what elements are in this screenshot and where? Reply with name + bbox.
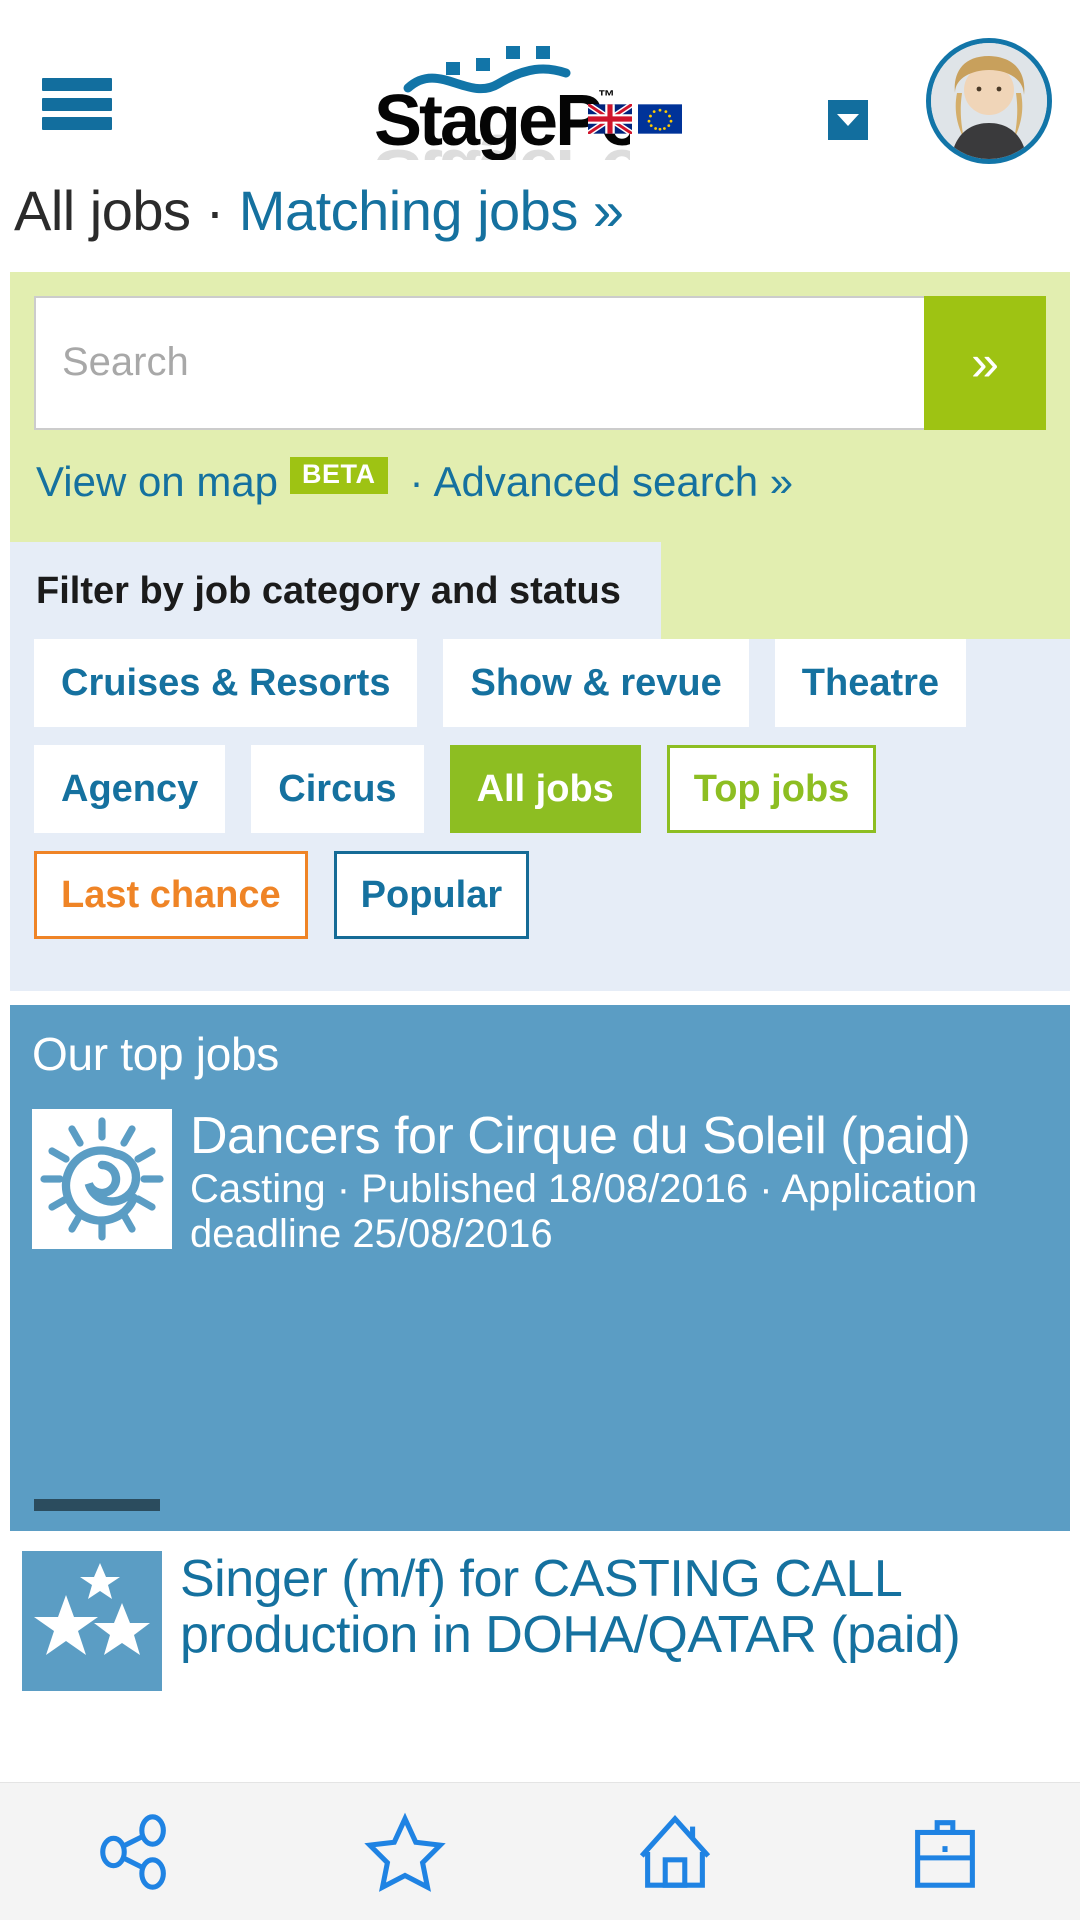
links-separator: · [409, 457, 424, 505]
user-menu-button[interactable] [828, 100, 868, 140]
list-item-title[interactable]: Singer (m/f) for CASTING CALL production… [180, 1550, 1058, 1662]
eu-flag-icon[interactable] [638, 104, 682, 134]
filter-heading: Filter by job category and status [10, 541, 661, 639]
filter-chip-popular[interactable]: Popular [333, 850, 530, 939]
top-jobs-heading: Our top jobs [32, 1027, 279, 1080]
carousel-scroll-indicator[interactable] [34, 1498, 160, 1511]
breadcrumb-matching-jobs-link[interactable]: Matching jobs » [239, 179, 624, 242]
uk-flag-icon[interactable] [588, 104, 632, 134]
filter-chip-agency[interactable]: Agency [34, 744, 226, 833]
hamburger-bar [42, 117, 112, 130]
avatar[interactable] [926, 38, 1052, 164]
job-list: Singer (m/f) for CASTING CALL production… [10, 1547, 1070, 1691]
hamburger-menu-icon[interactable] [42, 78, 112, 130]
sun-spiral-svg [32, 1108, 172, 1249]
search-input[interactable] [34, 295, 924, 430]
briefcase-icon [915, 1819, 975, 1888]
search-row: » [34, 295, 1046, 430]
filter-chip-list: Cruises & Resorts Show & revue Theatre A… [10, 638, 1070, 991]
filter-chip-all-jobs[interactable]: All jobs [449, 744, 641, 833]
filter-chip-cruises-resorts[interactable]: Cruises & Resorts [34, 638, 418, 727]
app-header: StagePool ™ StagePool [0, 0, 1080, 172]
search-panel: » View on map BETA · Advanced search » [10, 271, 1070, 542]
search-submit-button[interactable]: » [924, 295, 1046, 430]
avatar-image [931, 43, 1047, 159]
logo-svg: StagePool ™ StagePool [374, 46, 630, 160]
star-icon [364, 1812, 446, 1892]
breadcrumb-current: All jobs [14, 179, 191, 242]
home-icon [639, 1814, 711, 1888]
nav-home[interactable] [540, 1783, 810, 1920]
list-item-text: Singer (m/f) for CASTING CALL production… [180, 1550, 1058, 1691]
top-job-item[interactable]: Dancers for Cirque du Soleil (paid) Cast… [32, 1108, 1048, 1257]
stagepool-logo[interactable]: StagePool ™ StagePool [330, 40, 630, 160]
share-icon [100, 1813, 166, 1890]
filter-panel: Filter by job category and status Cruise… [10, 541, 1070, 991]
stars-svg [22, 1550, 162, 1691]
bottom-navigation [0, 1782, 1080, 1920]
filter-chip-circus[interactable]: Circus [251, 744, 424, 833]
hamburger-bar [42, 97, 112, 111]
advanced-search-link[interactable]: Advanced search » [434, 458, 794, 506]
search-links-row: View on map BETA · Advanced search » [34, 430, 1046, 536]
beta-badge: BETA [290, 457, 388, 495]
nav-share[interactable] [0, 1783, 270, 1920]
svg-text:StagePool: StagePool [374, 134, 630, 160]
nav-favourites[interactable] [270, 1783, 540, 1920]
filter-chip-theatre[interactable]: Theatre [774, 638, 967, 727]
filter-chip-last-chance[interactable]: Last chance [34, 850, 308, 939]
top-jobs-section: Our top jobs Dancers for Cirque du Solei… [10, 1004, 1070, 1531]
view-on-map-link[interactable]: View on map [36, 458, 278, 506]
top-job-text: Dancers for Cirque du Soleil (paid) Cast… [190, 1108, 1048, 1257]
list-item[interactable]: Singer (m/f) for CASTING CALL production… [22, 1550, 1058, 1691]
top-job-meta: Casting · Published 18/08/2016 · Applica… [190, 1167, 978, 1256]
language-flags[interactable] [588, 104, 682, 134]
filter-chip-top-jobs[interactable]: Top jobs [666, 744, 877, 833]
breadcrumb-separator: · [190, 179, 239, 242]
stars-icon [22, 1550, 162, 1691]
nav-jobs[interactable] [810, 1783, 1080, 1920]
top-job-title[interactable]: Dancers for Cirque du Soleil (paid) [190, 1108, 1048, 1164]
sun-spiral-icon [32, 1108, 172, 1249]
breadcrumb: All jobs · Matching jobs » [0, 172, 1080, 272]
filter-chip-show-revue[interactable]: Show & revue [443, 638, 749, 727]
chevron-down-icon [837, 114, 859, 126]
hamburger-bar [42, 78, 112, 91]
